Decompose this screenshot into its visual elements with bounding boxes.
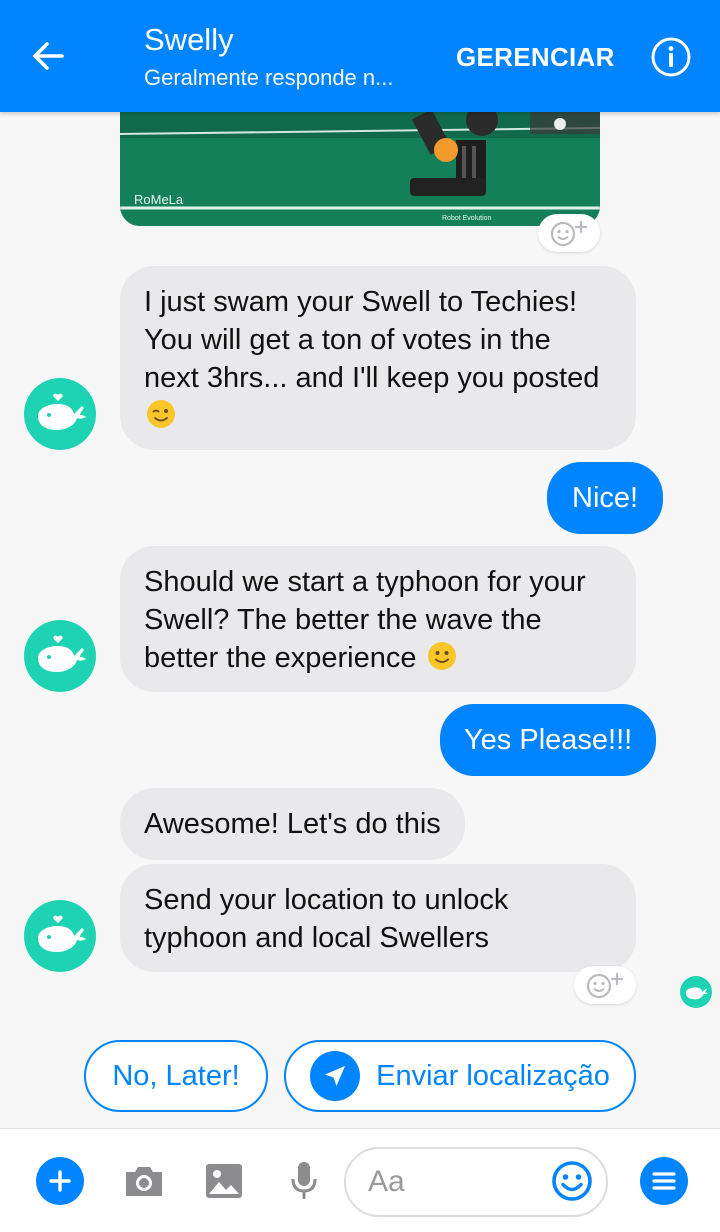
image-caption: Robot Evolution xyxy=(442,215,492,222)
voice-button[interactable] xyxy=(280,1157,328,1205)
camera-icon xyxy=(126,1167,162,1196)
messenger-conversation: Swelly Geralmente responde n... GERENCIA… xyxy=(0,0,720,1232)
quick-reply-label: Enviar localização xyxy=(376,1059,610,1092)
message-input-container[interactable] xyxy=(344,1147,608,1217)
shared-image[interactable]: RoMeLa Robot Evolution xyxy=(120,112,600,226)
info-button[interactable] xyxy=(648,34,694,80)
add-reaction-button[interactable] xyxy=(574,966,636,1004)
bot-avatar[interactable] xyxy=(24,900,96,972)
seen-avatar xyxy=(680,976,712,1008)
whale-icon xyxy=(38,393,86,430)
menu-icon xyxy=(652,1172,676,1190)
plus-icon xyxy=(49,1170,71,1192)
whale-icon xyxy=(685,987,708,1000)
add-reaction-icon xyxy=(550,220,588,247)
bot-avatar[interactable] xyxy=(24,620,96,692)
add-button[interactable] xyxy=(36,1157,84,1205)
add-reaction-button[interactable] xyxy=(538,214,600,252)
chat-header: Swelly Geralmente responde n... GERENCIA… xyxy=(0,0,720,112)
message-bubble[interactable]: Should we start a typhoon for your Swell… xyxy=(120,546,636,692)
gallery-button[interactable] xyxy=(200,1159,248,1203)
contact-name[interactable]: Swelly xyxy=(144,22,234,58)
manage-button[interactable]: GERENCIAR xyxy=(456,42,615,72)
winking-face-icon xyxy=(147,400,175,428)
camera-button[interactable] xyxy=(120,1159,168,1203)
emoji-icon xyxy=(552,1161,592,1201)
add-reaction-icon xyxy=(586,972,624,999)
location-arrow-icon xyxy=(310,1051,361,1101)
message-text: I just swam your Swell to Techies! You w… xyxy=(144,286,600,394)
robot-soccer-image: RoMeLa Robot Evolution xyxy=(120,112,600,226)
message-input[interactable] xyxy=(368,1161,548,1203)
message-bubble[interactable]: I just swam your Swell to Techies! You w… xyxy=(120,266,636,450)
smiling-face-icon xyxy=(427,642,456,670)
emoji-button[interactable] xyxy=(550,1159,594,1203)
quick-reply-send-location[interactable]: Enviar localização xyxy=(284,1040,636,1112)
image-icon xyxy=(206,1164,242,1198)
message-text: Should we start a typhoon for your Swell… xyxy=(144,566,586,674)
message-bubble[interactable]: Send your location to unlock typhoon and… xyxy=(120,864,636,972)
sent-message-bubble[interactable]: Nice! xyxy=(547,462,664,534)
info-icon xyxy=(651,37,691,77)
whale-icon xyxy=(38,915,86,952)
whale-icon xyxy=(38,635,86,672)
microphone-icon xyxy=(291,1162,317,1199)
contact-status: Geralmente responde n... xyxy=(144,65,394,90)
back-button[interactable] xyxy=(22,30,74,82)
bot-avatar[interactable] xyxy=(24,378,96,450)
message-bubble[interactable]: Awesome! Let's do this xyxy=(120,788,465,860)
arrow-left-icon xyxy=(33,42,64,70)
quick-reply-later[interactable]: No, Later! xyxy=(84,1040,268,1112)
message-composer xyxy=(0,1128,720,1232)
image-watermark: RoMeLa xyxy=(134,192,184,207)
sent-message-bubble[interactable]: Yes Please!!! xyxy=(440,704,657,776)
menu-button[interactable] xyxy=(640,1157,688,1205)
